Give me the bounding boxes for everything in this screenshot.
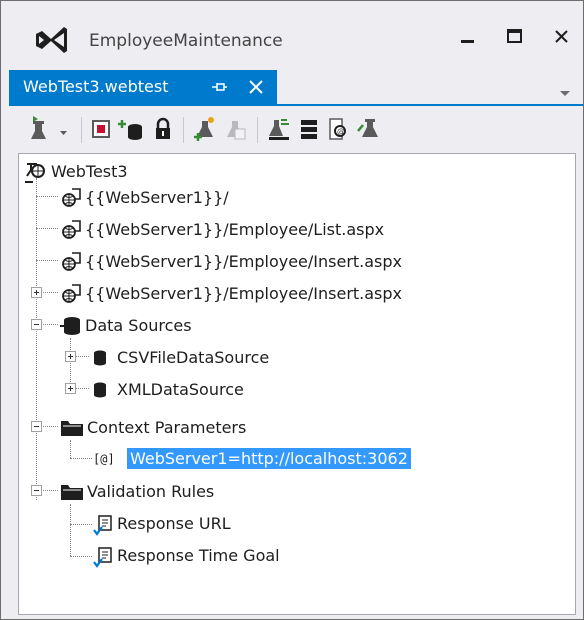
tab-webtest3[interactable]: WebTest3.webtest — [9, 70, 277, 104]
title-bar: EmployeeMaintenance — [1, 1, 583, 67]
data-source-label: XMLDataSource — [117, 380, 244, 399]
minimize-icon — [461, 40, 474, 43]
toolbar-separator — [257, 117, 258, 143]
pin-icon[interactable] — [209, 78, 229, 96]
validation-rule-label: Response URL — [117, 514, 231, 533]
close-icon — [555, 30, 568, 43]
tree-connector — [70, 524, 92, 525]
tree-root-webtest3[interactable]: WebTest3 — [23, 158, 323, 186]
folder-icon — [59, 417, 85, 441]
tree-connector — [70, 458, 92, 459]
expand-toggle-icon[interactable] — [65, 383, 76, 394]
minimize-button[interactable] — [447, 21, 487, 57]
data-source-label: CSVFileDataSource — [117, 348, 270, 367]
tree-connector — [36, 228, 58, 229]
database-icon — [91, 348, 109, 372]
web-request-icon — [59, 283, 83, 309]
web-request-icon — [59, 251, 83, 277]
tree-connector — [70, 338, 71, 388]
close-tab-icon[interactable] — [247, 78, 265, 96]
tree-data-sources[interactable]: Data Sources — [59, 312, 359, 340]
tree-request-item[interactable]: {{WebServer1}}/ — [59, 184, 459, 212]
tree-request-item[interactable]: {{WebServer1}}/Employee/Insert.aspx — [59, 248, 459, 276]
tab-underline — [9, 104, 583, 106]
add-data-source-icon[interactable] — [117, 109, 147, 151]
validation-rules-label: Validation Rules — [87, 482, 215, 501]
collapse-toggle-icon[interactable] — [31, 485, 42, 496]
collapse-toggle-icon[interactable] — [31, 421, 42, 432]
tree-connector — [41, 490, 58, 491]
close-window-button[interactable] — [541, 21, 581, 57]
webtest-toolbar: @ — [9, 109, 579, 151]
validation-rule-label: Response Time Goal — [117, 546, 280, 565]
folder-icon — [59, 481, 85, 505]
tree-connector — [36, 196, 58, 197]
data-sources-label: Data Sources — [85, 316, 192, 335]
performance-session-icon[interactable] — [357, 109, 385, 151]
request-label: {{WebServer1}}/Employee/List.aspx — [85, 220, 385, 239]
maximize-button[interactable] — [494, 21, 534, 57]
tab-overflow-dropdown-icon[interactable] — [557, 83, 573, 96]
request-label: {{WebServer1}}/Employee/Insert.aspx — [85, 284, 403, 303]
web-request-icon — [59, 219, 83, 245]
svg-text:@: @ — [337, 127, 345, 136]
record-icon[interactable] — [89, 109, 115, 151]
expand-toggle-icon[interactable] — [65, 351, 76, 362]
context-parameter-icon: [@] — [93, 452, 115, 466]
tree-connector — [75, 388, 89, 389]
webtest-tree-view[interactable]: WebTest3 {{WebServer1}}/ {{WebServer1}}/… — [18, 153, 576, 615]
tree-connector — [70, 440, 71, 458]
expand-toggle-icon[interactable] — [31, 287, 42, 298]
tree-request-item[interactable]: {{WebServer1}}/Employee/List.aspx — [59, 216, 459, 244]
tree-connector — [41, 324, 58, 325]
validation-rule-icon — [93, 514, 115, 540]
request-label: {{WebServer1}}/ — [85, 188, 229, 207]
window-title: EmployeeMaintenance — [89, 31, 283, 51]
data-sources-icon — [59, 314, 83, 340]
document-tab-bar: WebTest3.webtest — [1, 70, 583, 104]
tree-connector — [70, 556, 92, 557]
tree-data-source-item[interactable]: XMLDataSource — [91, 376, 391, 404]
add-request-plugin-icon[interactable] — [193, 109, 221, 151]
tree-connector — [75, 356, 89, 357]
tree-connector — [41, 292, 58, 293]
tree-data-source-item[interactable]: CSVFileDataSource — [91, 344, 391, 372]
tree-request-item[interactable]: {{WebServer1}}/Employee/Insert.aspx — [59, 280, 459, 308]
request-label: {{WebServer1}}/Employee/Insert.aspx — [85, 252, 403, 271]
tree-connector — [36, 178, 37, 500]
collapse-toggle-icon[interactable] — [31, 319, 42, 330]
context-parameter-label[interactable]: WebServer1=http://localhost:3062 — [127, 448, 411, 469]
visual-studio-icon — [34, 25, 68, 55]
tree-connector — [36, 260, 58, 261]
validation-rule-icon — [93, 546, 115, 572]
tree-context-parameter-item[interactable]: [@] WebServer1=http://localhost:3062 — [93, 446, 473, 474]
toolbar-separator — [183, 117, 184, 143]
run-test-dropdown-icon[interactable] — [57, 109, 71, 151]
app-window: EmployeeMaintenance WebTest3.webtest @ W… — [0, 0, 584, 620]
parameterize-icon[interactable] — [265, 109, 293, 151]
tree-connector — [70, 504, 71, 556]
lock-icon[interactable] — [151, 109, 175, 151]
generate-code-icon[interactable]: @ — [325, 109, 353, 151]
web-request-icon — [59, 187, 83, 213]
webtest-root-icon — [23, 160, 49, 188]
run-test-icon[interactable] — [29, 109, 55, 151]
tree-context-parameters[interactable]: Context Parameters — [59, 414, 359, 442]
set-credentials-icon[interactable] — [297, 109, 321, 151]
add-transaction-icon[interactable] — [223, 109, 249, 151]
database-icon — [91, 380, 109, 404]
tree-validation-rule-item[interactable]: Response Time Goal — [93, 542, 393, 570]
context-parameters-label: Context Parameters — [87, 418, 247, 437]
tree-validation-rules[interactable]: Validation Rules — [59, 478, 359, 506]
tree-root-label: WebTest3 — [51, 162, 128, 181]
tab-label: WebTest3.webtest — [23, 77, 169, 96]
tree-connector — [41, 426, 58, 427]
tree-validation-rule-item[interactable]: Response URL — [93, 510, 393, 538]
toolbar-separator — [81, 117, 82, 143]
